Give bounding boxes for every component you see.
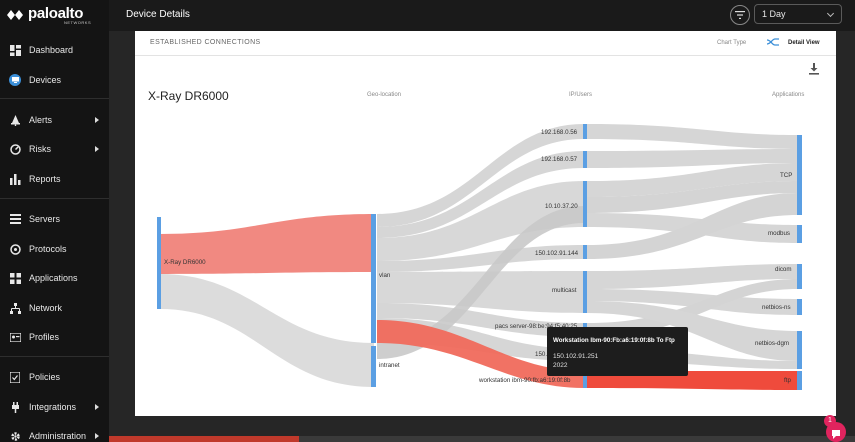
integrations-icon [9, 401, 21, 413]
chevron-right-icon [95, 117, 99, 123]
node-ip-multicast [583, 271, 587, 313]
brand-sub: NETWORKS [64, 20, 92, 25]
period-value: 1 Day [762, 9, 786, 19]
sidebar-item-label: Protocols [29, 244, 67, 254]
node-label-intranet: intranet [379, 362, 400, 369]
node-label-app-netbios-dgm: netbios-dgm [755, 340, 790, 347]
sidebar-item-administration[interactable]: Administration [0, 425, 109, 442]
sidebar-item-label: Servers [29, 214, 61, 224]
policies-icon [9, 371, 21, 383]
sidebar-item-devices[interactable]: Devices [0, 69, 109, 91]
protocols-icon [9, 243, 21, 255]
period-select[interactable]: 1 Day [754, 4, 842, 24]
risks-icon [9, 143, 21, 155]
applications-icon [9, 272, 21, 284]
node-app-tcp [797, 135, 802, 215]
node-label-app-dicom: dicom [775, 266, 792, 273]
node-label-app-modbus: modbus [768, 230, 791, 237]
node-app-modbus [797, 225, 802, 243]
servers-icon [9, 213, 21, 225]
top-bar: Device Details 1 Day [109, 0, 855, 31]
administration-icon [9, 430, 21, 442]
sidebar: paloalto NETWORKS Dashboard Devices Aler… [0, 0, 109, 442]
node-intranet [371, 346, 376, 387]
link-source-intranet [160, 274, 374, 387]
node-app-ftp [797, 371, 802, 390]
paloalto-logo-icon [7, 10, 23, 20]
link-ip-tcp-1 [587, 124, 798, 149]
node-ip-150144 [583, 245, 587, 259]
sidebar-item-label: Network [29, 303, 63, 313]
node-app-dicom [797, 264, 802, 289]
tooltip-ip: 150.102.91.251 [553, 353, 599, 360]
node-ip-192-56 [583, 124, 587, 139]
sidebar-item-network[interactable]: Network [0, 297, 109, 319]
tooltip-title: Workstation Ibm-90:Fb:a6:19:0f:8b To Ftp [553, 337, 675, 344]
node-label-ip-1010: 10.10.37.20 [545, 203, 578, 210]
filter-button[interactable] [730, 5, 750, 25]
divider [0, 356, 109, 357]
sidebar-item-servers[interactable]: Servers [0, 208, 109, 230]
node-vlan [371, 214, 376, 343]
divider [0, 198, 109, 199]
sidebar-item-label: Administration [29, 431, 87, 441]
bottom-accent [109, 436, 299, 442]
node-ip-192-57 [583, 151, 587, 168]
node-label-ip-192-57: 192.168.0.57 [541, 156, 578, 163]
network-icon [9, 302, 21, 314]
sidebar-item-label: Policies [29, 372, 61, 382]
chevron-right-icon [95, 433, 99, 439]
sidebar-item-policies[interactable]: Policies [0, 366, 109, 388]
node-label-ip-192-56: 192.168.0.56 [541, 129, 578, 136]
node-ip-1010 [583, 181, 587, 227]
filter-icon [735, 11, 745, 19]
chat-badge: 1 [824, 415, 836, 427]
node-label-ip-multicast: multicast [552, 287, 577, 294]
sidebar-item-alerts[interactable]: Alerts [0, 109, 109, 131]
sidebar-item-profiles[interactable]: Profiles [0, 326, 109, 348]
sidebar-item-label: Alerts [29, 115, 53, 125]
sidebar-item-label: Risks [29, 144, 51, 154]
sankey-tooltip: Workstation Ibm-90:Fb:a6:19:0f:8b To Ftp… [547, 327, 688, 376]
node-label-vlan: vlan [379, 272, 391, 279]
sidebar-item-label: Devices [29, 75, 62, 85]
sidebar-item-dashboard[interactable]: Dashboard [0, 39, 109, 61]
node-label-source: X-Ray DR6000 [164, 259, 206, 266]
node-label-app-tcp: TCP [780, 172, 793, 179]
sidebar-item-label: Applications [29, 273, 78, 283]
divider [0, 98, 109, 99]
profiles-icon [9, 331, 21, 343]
chevron-right-icon [95, 404, 99, 410]
sidebar-item-risks[interactable]: Risks [0, 138, 109, 160]
chevron-down-icon [826, 9, 835, 18]
sidebar-item-reports[interactable]: Reports [0, 168, 109, 190]
sidebar-item-label: Reports [29, 174, 61, 184]
sidebar-item-applications[interactable]: Applications [0, 267, 109, 289]
connections-card: ESTABLISHED CONNECTIONS Chart Type Detai… [135, 31, 836, 416]
node-label-app-ftp: ftp [784, 377, 791, 384]
dashboard-icon [9, 44, 21, 56]
tooltip-value: 2022 [553, 362, 568, 369]
node-label-ip-150144: 150.102.91.144 [535, 250, 579, 257]
node-app-netbios-dgm [797, 331, 802, 369]
sidebar-item-label: Integrations [29, 402, 77, 412]
sidebar-item-protocols[interactable]: Protocols [0, 238, 109, 260]
page-title: Device Details [126, 9, 190, 20]
node-label-ip-workstation: workstation ibm-90:fb:a6:19:0f:8b [479, 377, 571, 384]
sidebar-item-integrations[interactable]: Integrations [0, 396, 109, 418]
node-label-app-netbios-ns: netbios-ns [762, 304, 791, 311]
node-source [157, 217, 161, 309]
sidebar-item-label: Dashboard [29, 45, 74, 55]
sankey-diagram [157, 124, 802, 390]
reports-icon [9, 173, 21, 185]
paloalto-logo[interactable]: paloalto NETWORKS [6, 5, 96, 27]
sidebar-item-label: Profiles [29, 332, 60, 342]
node-app-netbios-ns [797, 299, 802, 315]
chevron-right-icon [95, 146, 99, 152]
devices-icon [9, 74, 21, 86]
alerts-icon [9, 114, 21, 126]
